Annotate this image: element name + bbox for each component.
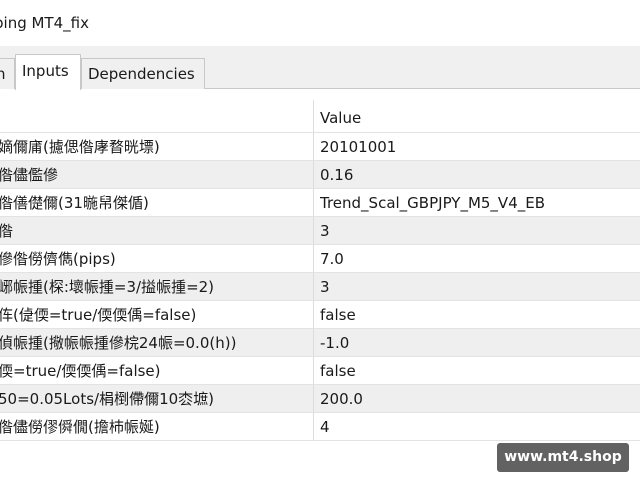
value-cell[interactable]: Trend_Scal_GBPJPY_M5_V4_EB <box>320 189 640 216</box>
table-row[interactable]: 50=0.05Lots/梋椡僀儞10枩墌) 200.0 <box>0 385 640 413</box>
variable-name-cell: 偺僐儊儞(31暆帠傑偱) <box>0 189 314 216</box>
table-row[interactable]: 嫡儞庯(攄偲偺庨暓晄墂) 20101001 <box>0 133 640 161</box>
table-row[interactable]: 偺儘儖傪 0.16 <box>0 161 640 189</box>
value-cell[interactable]: 0.16 <box>320 161 640 188</box>
variable-name-cell: 嫡儞庯(攄偲偺庨暓晄墂) <box>0 133 314 160</box>
value-cell[interactable]: 20101001 <box>320 133 640 160</box>
variable-name-cell: 偵帪揰(擏帪帪揰傪梡24帪=0.0(h)) <box>0 329 314 356</box>
value-cell[interactable]: 4 <box>320 413 640 440</box>
tab-inputs[interactable]: Inputs <box>15 54 81 90</box>
table-row[interactable]: 峫帪揰(棎:壞帪揰=3/搤帪揰=2) 3 <box>0 273 640 301</box>
column-header-variable[interactable] <box>0 100 314 132</box>
variable-name-cell: 伡(偼偄=true/偄偄偊=false) <box>0 301 314 328</box>
title-bar: ping MT4_fix <box>0 0 640 46</box>
value-cell[interactable]: false <box>320 301 640 328</box>
variable-name-cell: 傪偺僗儕儁(pips) <box>0 245 314 272</box>
table-row[interactable]: 偺3 <box>0 217 640 245</box>
value-cell[interactable]: 7.0 <box>320 245 640 272</box>
window-title: ping MT4_fix <box>0 14 89 32</box>
variable-name-cell: 偄=true/偄偄偊=false) <box>0 357 314 384</box>
watermark: www.mt4.shop <box>497 443 629 472</box>
table-row[interactable]: 偺僐儊儞(31暆帠傑偱) Trend_Scal_GBPJPY_M5_V4_EB <box>0 189 640 217</box>
variable-name-cell: 偺 <box>0 217 314 244</box>
table-row[interactable]: 偄=true/偄偄偊=false) false <box>0 357 640 385</box>
table-row[interactable]: 偺儘僗僇僢僩(擔杮帪娫) 4 <box>0 413 640 441</box>
variable-name-cell: 50=0.05Lots/梋椡僀儞10枩墌) <box>0 385 314 412</box>
value-cell[interactable]: 200.0 <box>320 385 640 412</box>
tab-dependencies[interactable]: Dependencies <box>81 58 205 89</box>
dialog-window: ping MT4_fix n Inputs Dependencies Value… <box>0 0 640 480</box>
grid-header: Value <box>0 100 640 133</box>
value-cell[interactable]: false <box>320 357 640 384</box>
variable-name-cell: 偺儘僗僇僢僩(擔杮帪娫) <box>0 413 314 440</box>
tab-strip: n Inputs Dependencies <box>0 46 640 90</box>
table-row[interactable]: 伡(偼偄=true/偄偄偊=false) false <box>0 301 640 329</box>
column-header-value[interactable]: Value <box>320 100 640 132</box>
table-row[interactable]: 偵帪揰(擏帪帪揰傪梡24帪=0.0(h)) -1.0 <box>0 329 640 357</box>
value-cell[interactable]: 3 <box>320 217 640 244</box>
variable-name-cell: 峫帪揰(棎:壞帪揰=3/搤帪揰=2) <box>0 273 314 300</box>
table-row[interactable]: 傪偺僗儕儁(pips) 7.0 <box>0 245 640 273</box>
value-cell[interactable]: -1.0 <box>320 329 640 356</box>
variable-name-cell: 偺儘儖傪 <box>0 161 314 188</box>
inputs-grid: Value 嫡儞庯(攄偲偺庨暓晄墂) 20101001 偺儘儖傪 0.16 偺僐儊儞(3… <box>0 100 640 441</box>
tab-common[interactable]: n <box>0 58 15 89</box>
value-cell[interactable]: 3 <box>320 273 640 300</box>
